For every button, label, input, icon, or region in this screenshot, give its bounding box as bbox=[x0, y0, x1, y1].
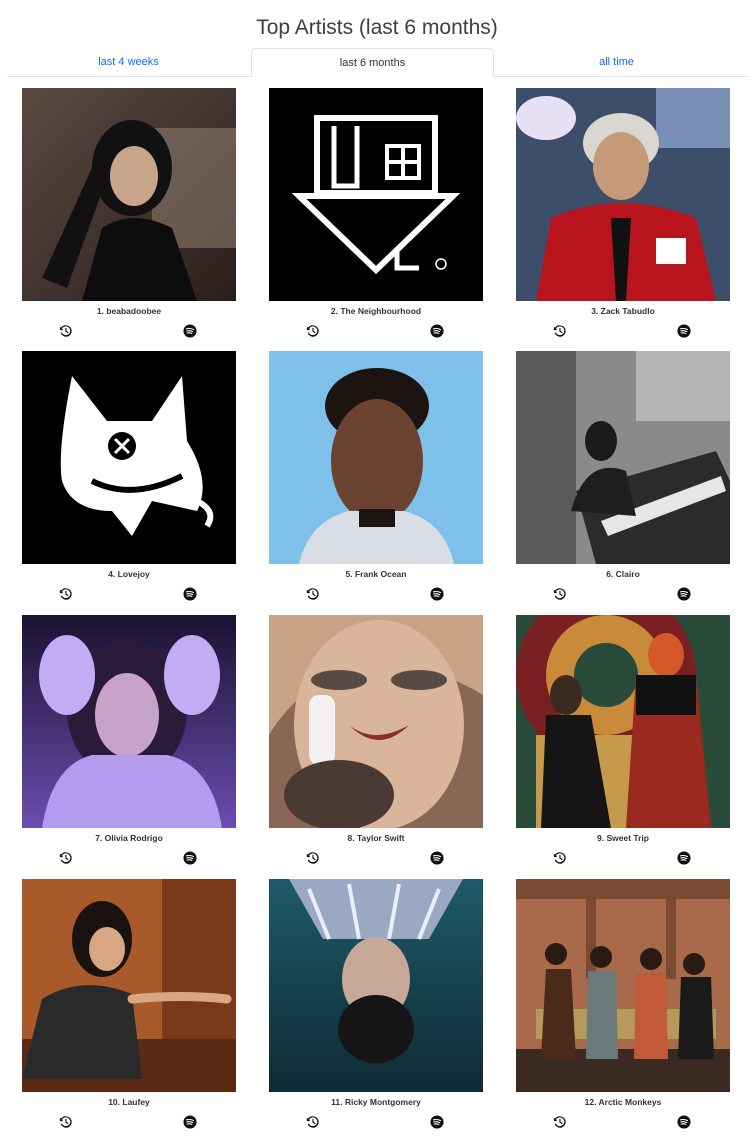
artist-name[interactable]: 9. Sweet Trip bbox=[516, 833, 730, 843]
history-icon[interactable] bbox=[306, 587, 320, 601]
artist-name[interactable]: 5. Frank Ocean bbox=[269, 569, 483, 579]
artist-image[interactable] bbox=[269, 351, 483, 564]
spotify-icon[interactable] bbox=[430, 587, 444, 601]
history-icon[interactable] bbox=[553, 851, 567, 865]
artist-name[interactable]: 1. beabadoobee bbox=[22, 306, 236, 316]
artist-image[interactable] bbox=[516, 879, 730, 1092]
history-icon[interactable] bbox=[59, 324, 73, 338]
page-title: Top Artists (last 6 months) bbox=[256, 16, 498, 39]
artist-card: 1. beabadoobee bbox=[22, 88, 236, 344]
artist-name[interactable]: 2. The Neighbourhood bbox=[269, 306, 483, 316]
artist-image[interactable] bbox=[516, 351, 730, 564]
history-icon[interactable] bbox=[59, 1115, 73, 1129]
artist-card: 5. Frank Ocean bbox=[269, 351, 483, 607]
artist-name[interactable]: 12. Arctic Monkeys bbox=[516, 1097, 730, 1107]
spotify-icon[interactable] bbox=[430, 324, 444, 338]
spotify-icon[interactable] bbox=[430, 851, 444, 865]
history-icon[interactable] bbox=[306, 851, 320, 865]
artist-image[interactable] bbox=[269, 615, 483, 828]
spotify-icon[interactable] bbox=[677, 851, 691, 865]
artist-image[interactable] bbox=[269, 88, 483, 301]
artist-name[interactable]: 10. Laufey bbox=[22, 1097, 236, 1107]
artist-name[interactable]: 6. Clairo bbox=[516, 569, 730, 579]
spotify-icon[interactable] bbox=[677, 324, 691, 338]
artist-image[interactable] bbox=[516, 88, 730, 301]
history-icon[interactable] bbox=[306, 324, 320, 338]
spotify-icon[interactable] bbox=[183, 587, 197, 601]
spotify-icon[interactable] bbox=[183, 324, 197, 338]
history-icon[interactable] bbox=[553, 1115, 567, 1129]
tab-last-6-months[interactable]: last 6 months bbox=[251, 48, 494, 77]
artist-image[interactable] bbox=[22, 615, 236, 828]
artist-image[interactable] bbox=[516, 615, 730, 828]
artist-name[interactable]: 8. Taylor Swift bbox=[269, 833, 483, 843]
artist-card: 8. Taylor Swift bbox=[269, 615, 483, 871]
spotify-icon[interactable] bbox=[183, 1115, 197, 1129]
artist-card: 2. The Neighbourhood bbox=[269, 88, 483, 344]
spotify-icon[interactable] bbox=[677, 587, 691, 601]
artist-name[interactable]: 11. Ricky Montgomery bbox=[269, 1097, 483, 1107]
spotify-icon[interactable] bbox=[677, 1115, 691, 1129]
tab-all-time[interactable]: all time bbox=[495, 48, 738, 76]
artist-card: 4. Lovejoy bbox=[22, 351, 236, 607]
artist-name[interactable]: 7. Olivia Rodrigo bbox=[22, 833, 236, 843]
spotify-icon[interactable] bbox=[430, 1115, 444, 1129]
history-icon[interactable] bbox=[59, 851, 73, 865]
history-icon[interactable] bbox=[59, 587, 73, 601]
artist-card: 7. Olivia Rodrigo bbox=[22, 615, 236, 871]
artist-card: 9. Sweet Trip bbox=[516, 615, 730, 871]
spotify-icon[interactable] bbox=[183, 851, 197, 865]
time-range-tabs: last 4 weeks last 6 months all time bbox=[7, 48, 747, 77]
artist-card: 11. Ricky Montgomery bbox=[269, 879, 483, 1135]
artist-name[interactable]: 3. Zack Tabudlo bbox=[516, 306, 730, 316]
artist-card: 3. Zack Tabudlo bbox=[516, 88, 730, 344]
artist-image[interactable] bbox=[22, 351, 236, 564]
artist-image[interactable] bbox=[269, 879, 483, 1092]
history-icon[interactable] bbox=[553, 324, 567, 338]
history-icon[interactable] bbox=[553, 587, 567, 601]
artist-card: 6. Clairo bbox=[516, 351, 730, 607]
artist-image[interactable] bbox=[22, 88, 236, 301]
tab-last-4-weeks[interactable]: last 4 weeks bbox=[7, 48, 250, 76]
artist-image[interactable] bbox=[22, 879, 236, 1092]
history-icon[interactable] bbox=[306, 1115, 320, 1129]
artist-card: 10. Laufey bbox=[22, 879, 236, 1135]
artist-card: 12. Arctic Monkeys bbox=[516, 879, 730, 1135]
artist-name[interactable]: 4. Lovejoy bbox=[22, 569, 236, 579]
